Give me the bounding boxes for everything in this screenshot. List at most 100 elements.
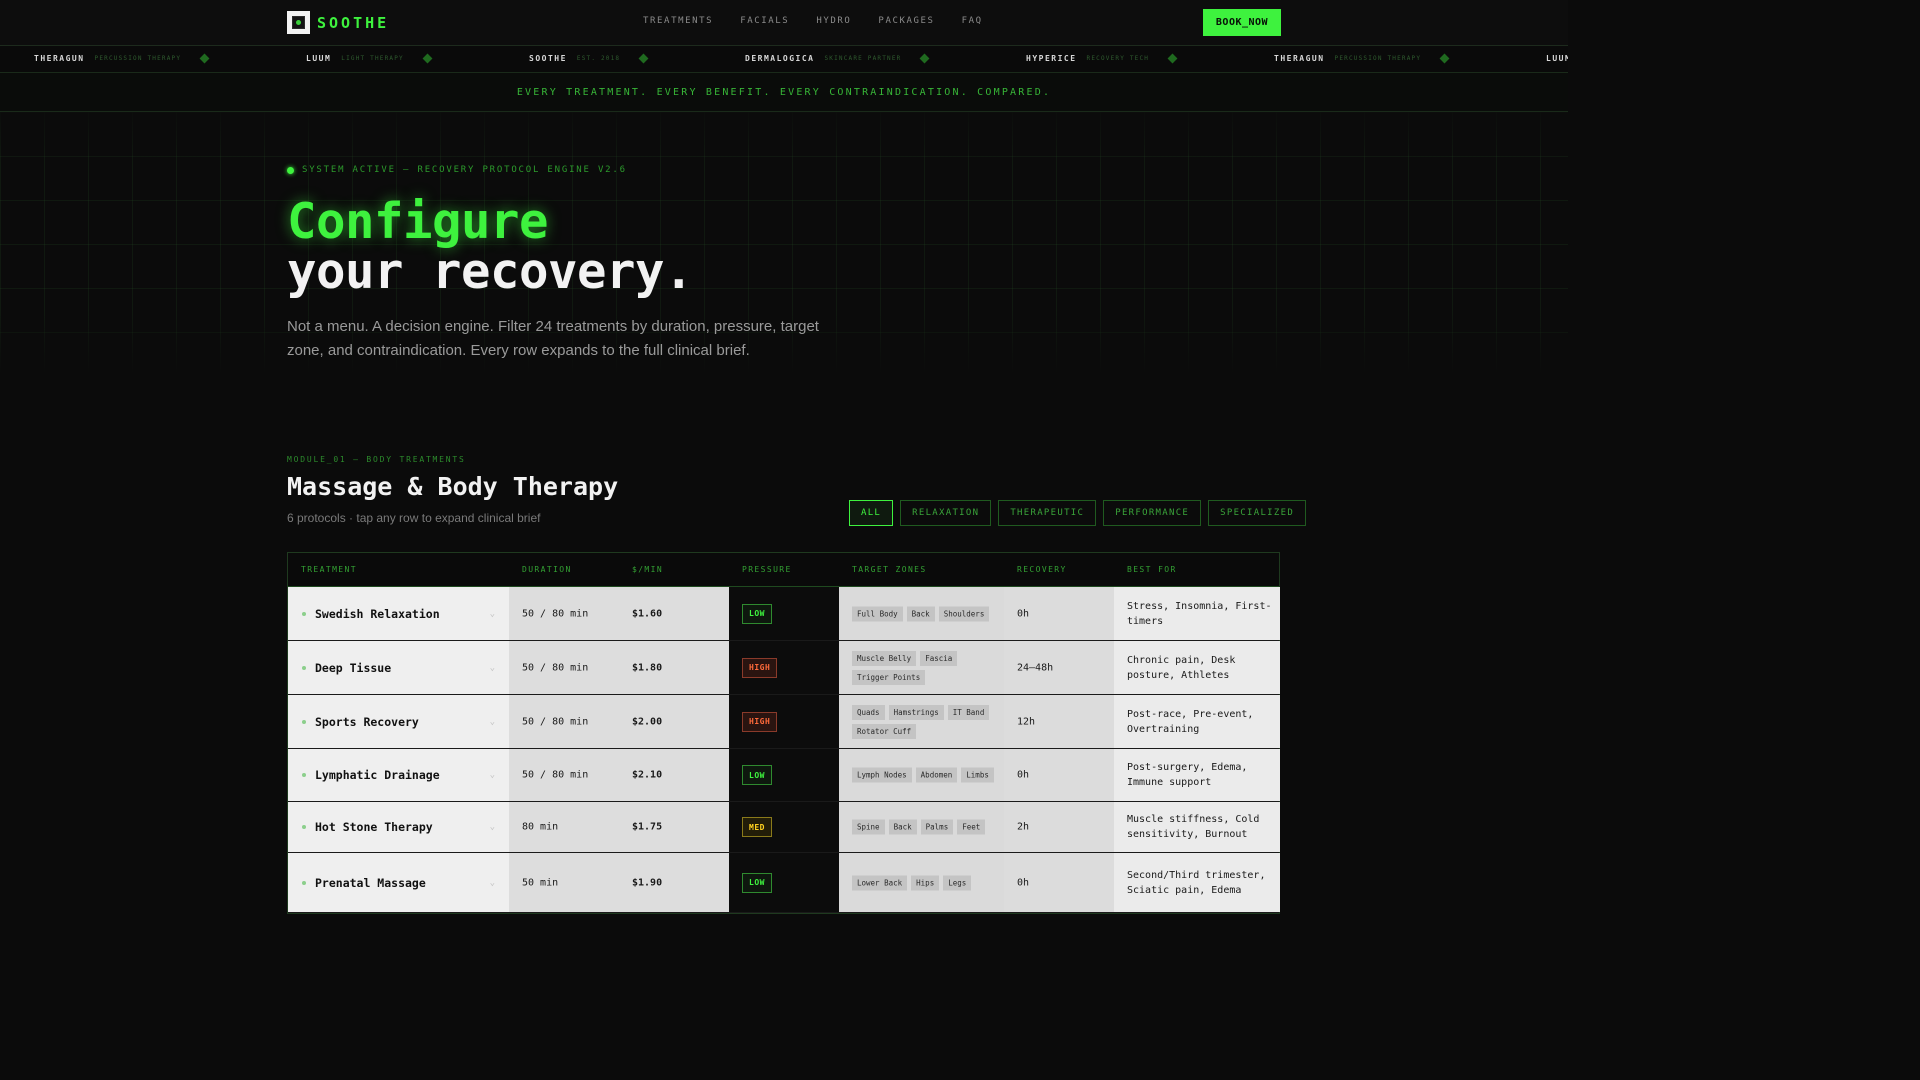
table-row[interactable]: Swedish Relaxation ⌄ 50 / 80 min $1.60 L…: [288, 587, 1280, 641]
logo[interactable]: SOOTHE: [287, 11, 389, 34]
chevron-down-icon[interactable]: ⌄: [490, 717, 495, 727]
zone-tag: Back: [888, 819, 917, 835]
pressure-badge: LOW: [742, 765, 772, 785]
duration-value: 50 min: [522, 877, 559, 888]
zone-tag: Legs: [943, 875, 972, 890]
zones-cell: Full Body Back Shoulders: [839, 587, 1004, 640]
best-for-cell: Muscle stiffness, Cold sensitivity, Burn…: [1114, 802, 1280, 852]
nav-link-treatments[interactable]: TREATMENTS: [643, 16, 713, 26]
filter-specialized[interactable]: SPECIALIZED: [1208, 500, 1307, 526]
header-recovery: RECOVERY: [1017, 565, 1067, 574]
zone-tag: Rotator Cuff: [852, 723, 917, 739]
chevron-down-icon[interactable]: ⌄: [490, 822, 495, 832]
best-for-cell: Stress, Insomnia, First-timers: [1114, 587, 1280, 640]
rate-cell: $1.75: [619, 802, 729, 852]
duration-value: 50 / 80 min: [522, 716, 589, 727]
table-row[interactable]: Prenatal Massage ⌄ 50 min $1.90 LOW Lowe…: [288, 853, 1280, 913]
zone-tags: Full Body Back Shoulders: [852, 606, 997, 621]
table-header: TREATMENT DURATION $/MIN PRESSURE TARGET…: [288, 553, 1279, 587]
recovery-cell: 0h: [1004, 587, 1114, 640]
ticker-sub: LIGHT THERAPY: [341, 55, 404, 62]
ticker-item: THERAGUN PERCUSSION THERAPY: [34, 53, 210, 64]
zone-tag: Spine: [852, 819, 885, 835]
pressure-badge: HIGH: [742, 711, 778, 732]
treatment-cell: Sports Recovery ⌄: [288, 695, 509, 748]
filter-relaxation[interactable]: RELAXATION: [900, 500, 992, 526]
best-for-cell: Chronic pain, Desk posture, Athletes: [1114, 641, 1280, 694]
duration-cell: 50 / 80 min: [509, 641, 619, 694]
ticker-item: SOOTHE EST. 2018: [529, 53, 649, 64]
book-now-button[interactable]: BOOK_NOW: [1203, 9, 1281, 36]
ticker-item: LUUM LIGHT THERAPY: [306, 53, 433, 64]
ticker-brand: THERAGUN: [34, 54, 85, 63]
diamond-icon: [1167, 53, 1178, 64]
best-for-value: Muscle stiffness, Cold sensitivity, Burn…: [1127, 814, 1260, 840]
ticker-item: HYPERICE RECOVERY TECH: [1026, 53, 1178, 64]
recovery-value: 0h: [1017, 877, 1030, 888]
ticker-sub: EST. 2018: [576, 55, 621, 62]
best-for-value: Post-surgery, Edema, Immune support: [1127, 762, 1248, 788]
zone-tags: Lymph Nodes Abdomen Limbs: [852, 767, 997, 783]
nav-link-faq[interactable]: FAQ: [962, 16, 983, 26]
table-row[interactable]: Sports Recovery ⌄ 50 / 80 min $2.00 HIGH…: [288, 695, 1280, 749]
treatment-label: Swedish Relaxation: [315, 606, 440, 621]
module-label: MODULE_01 — BODY TREATMENTS: [287, 455, 466, 464]
nav-link-packages[interactable]: PACKAGES: [878, 16, 934, 26]
zone-tags: Lower Back Hips Legs: [852, 875, 997, 890]
duration-cell: 50 min: [509, 853, 619, 912]
filter-all[interactable]: ALL: [849, 500, 894, 526]
diamond-icon: [638, 53, 649, 64]
ticker-item: DERMALOGICA SKINCARE PARTNER: [745, 53, 930, 64]
duration-value: 80 min: [522, 821, 559, 833]
zone-tag: Back: [906, 606, 935, 621]
nav-link-hydro[interactable]: HYDRO: [816, 16, 851, 26]
treatment-label: Sports Recovery: [315, 714, 419, 729]
best-for-cell: Second/Third trimester, Sciatic pain, Ed…: [1114, 853, 1280, 912]
dot-icon: [302, 880, 306, 885]
table-row[interactable]: Lymphatic Drainage ⌄ 50 / 80 min $2.10 L…: [288, 749, 1280, 802]
zone-tag: Abdomen: [915, 767, 958, 783]
status-led-icon: [287, 166, 294, 174]
pressure-badge: LOW: [742, 603, 772, 624]
brand-ticker: THERAGUN PERCUSSION THERAPY LUUM LIGHT T…: [0, 46, 1568, 73]
top-nav: SOOTHE TREATMENTS FACIALS HYDRO PACKAGES…: [0, 0, 1568, 46]
chevron-down-icon[interactable]: ⌄: [490, 663, 495, 673]
nav-link-facials[interactable]: FACIALS: [740, 16, 789, 26]
best-for-value: Second/Third trimester, Sciatic pain, Ed…: [1127, 869, 1266, 896]
treatment-label: Prenatal Massage: [315, 875, 426, 890]
filter-therapeutic[interactable]: THERAPEUTIC: [998, 500, 1097, 526]
filter-performance[interactable]: PERFORMANCE: [1103, 500, 1202, 526]
recovery-value: 2h: [1017, 821, 1030, 833]
zone-tag: IT Band: [947, 704, 990, 720]
rate-value: $1.75: [632, 821, 663, 833]
pressure-cell: HIGH: [729, 641, 839, 694]
header-target-zones: TARGET ZONES: [852, 565, 927, 574]
best-for-value: Chronic pain, Desk posture, Athletes: [1127, 654, 1236, 681]
diamond-icon: [920, 53, 930, 64]
chevron-down-icon[interactable]: ⌄: [490, 609, 495, 619]
hero-title-line2: your recovery.: [287, 243, 694, 300]
zone-tag: Palms: [920, 819, 954, 835]
zone-tag: Hips: [911, 875, 940, 890]
header-duration: DURATION: [522, 565, 572, 574]
ticker-brand: LUUM: [306, 54, 332, 63]
duration-value: 50 / 80 min: [522, 662, 589, 673]
recovery-value: 0h: [1017, 769, 1030, 781]
status-text: SYSTEM ACTIVE — RECOVERY PROTOCOL ENGINE…: [302, 165, 627, 175]
zones-cell: Spine Back Palms Feet: [839, 802, 1004, 852]
header-treatment: TREATMENT: [301, 565, 357, 574]
chevron-down-icon[interactable]: ⌄: [490, 878, 495, 888]
ticker-sub: SKINCARE PARTNER: [824, 55, 902, 62]
treatment-cell: Lymphatic Drainage ⌄: [288, 749, 509, 801]
rate-value: $1.60: [632, 608, 663, 619]
table-row[interactable]: Hot Stone Therapy ⌄ 80 min $1.75 MED Spi…: [288, 802, 1280, 853]
table-row[interactable]: Deep Tissue ⌄ 50 / 80 min $1.80 HIGH Mus…: [288, 641, 1280, 695]
dot-icon: [302, 665, 306, 670]
pressure-cell: MED: [729, 802, 839, 852]
dot-icon: [302, 611, 306, 616]
ticker-sub: PERCUSSION THERAPY: [1334, 55, 1422, 62]
table-body: Swedish Relaxation ⌄ 50 / 80 min $1.60 L…: [288, 587, 1280, 913]
logo-icon: [287, 11, 310, 34]
chevron-down-icon[interactable]: ⌄: [490, 770, 495, 780]
diamond-icon: [199, 53, 210, 64]
